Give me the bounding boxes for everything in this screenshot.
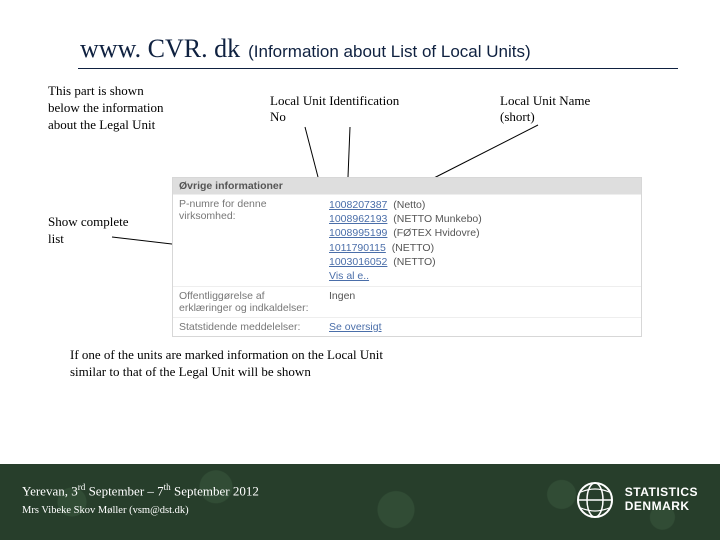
list-item: 1011790115 (NETTO) (329, 241, 635, 255)
panel-row-value: Ingen (323, 287, 641, 317)
panel-row-statstidende: Statstidende meddelelser: Se oversigt (173, 317, 641, 336)
content-area: This part is shown below the information… (0, 69, 720, 429)
overview-link[interactable]: Se oversigt (329, 321, 382, 333)
annotation-bottom: If one of the units are marked informati… (70, 347, 400, 381)
list-item: 1008995199 (FØTEX Hvidovre) (329, 226, 635, 240)
panel-row-label: Statstidende meddelelser: (173, 318, 323, 336)
annotation-left: This part is shown below the information… (48, 83, 168, 134)
panel-row-label: Offentliggørelse af erklæringer og indka… (173, 287, 323, 317)
panel-header: Øvrige informationer (173, 178, 641, 194)
slide-title: www. CVR. dk (Information about List of … (0, 0, 720, 64)
logo-text: STATISTICS DENMARK (625, 486, 698, 514)
title-subtitle: (Information about List of Local Units) (248, 42, 531, 61)
list-item: 1008962193 (NETTO Munkebo) (329, 212, 635, 226)
embedded-panel: Øvrige informationer P-numre for denne v… (172, 177, 642, 337)
annotation-name-label: Local Unit Name (short) (500, 93, 610, 126)
slide-footer: Yerevan, 3rd September – 7th September 2… (0, 464, 720, 540)
show-all-link[interactable]: Vis al e.. (329, 270, 369, 282)
annotation-showlist: Show complete list (48, 214, 138, 248)
globe-icon (575, 480, 615, 520)
list-item: 1003016052 (NETTO) (329, 255, 635, 269)
footer-text: Yerevan, 3rd September – 7th September 2… (22, 482, 259, 516)
title-main: www. CVR. dk (80, 34, 240, 63)
footer-author: Mrs Vibeke Skov Møller (vsm@dst.dk) (22, 505, 259, 516)
panel-row-pnumre: P-numre for denne virksomhed: 1008207387… (173, 194, 641, 286)
panel-row-label: P-numre for denne virksomhed: (173, 195, 323, 286)
footer-date: Yerevan, 3rd September – 7th September 2… (22, 482, 259, 499)
panel-row-offentlig: Offentliggørelse af erklæringer og indka… (173, 286, 641, 317)
annotation-id-label: Local Unit Identification No (270, 93, 400, 126)
footer-logo: STATISTICS DENMARK (575, 480, 698, 520)
list-item: 1008207387 (Netto) (329, 198, 635, 212)
panel-row-values: 1008207387 (Netto) 1008962193 (NETTO Mun… (323, 195, 641, 286)
